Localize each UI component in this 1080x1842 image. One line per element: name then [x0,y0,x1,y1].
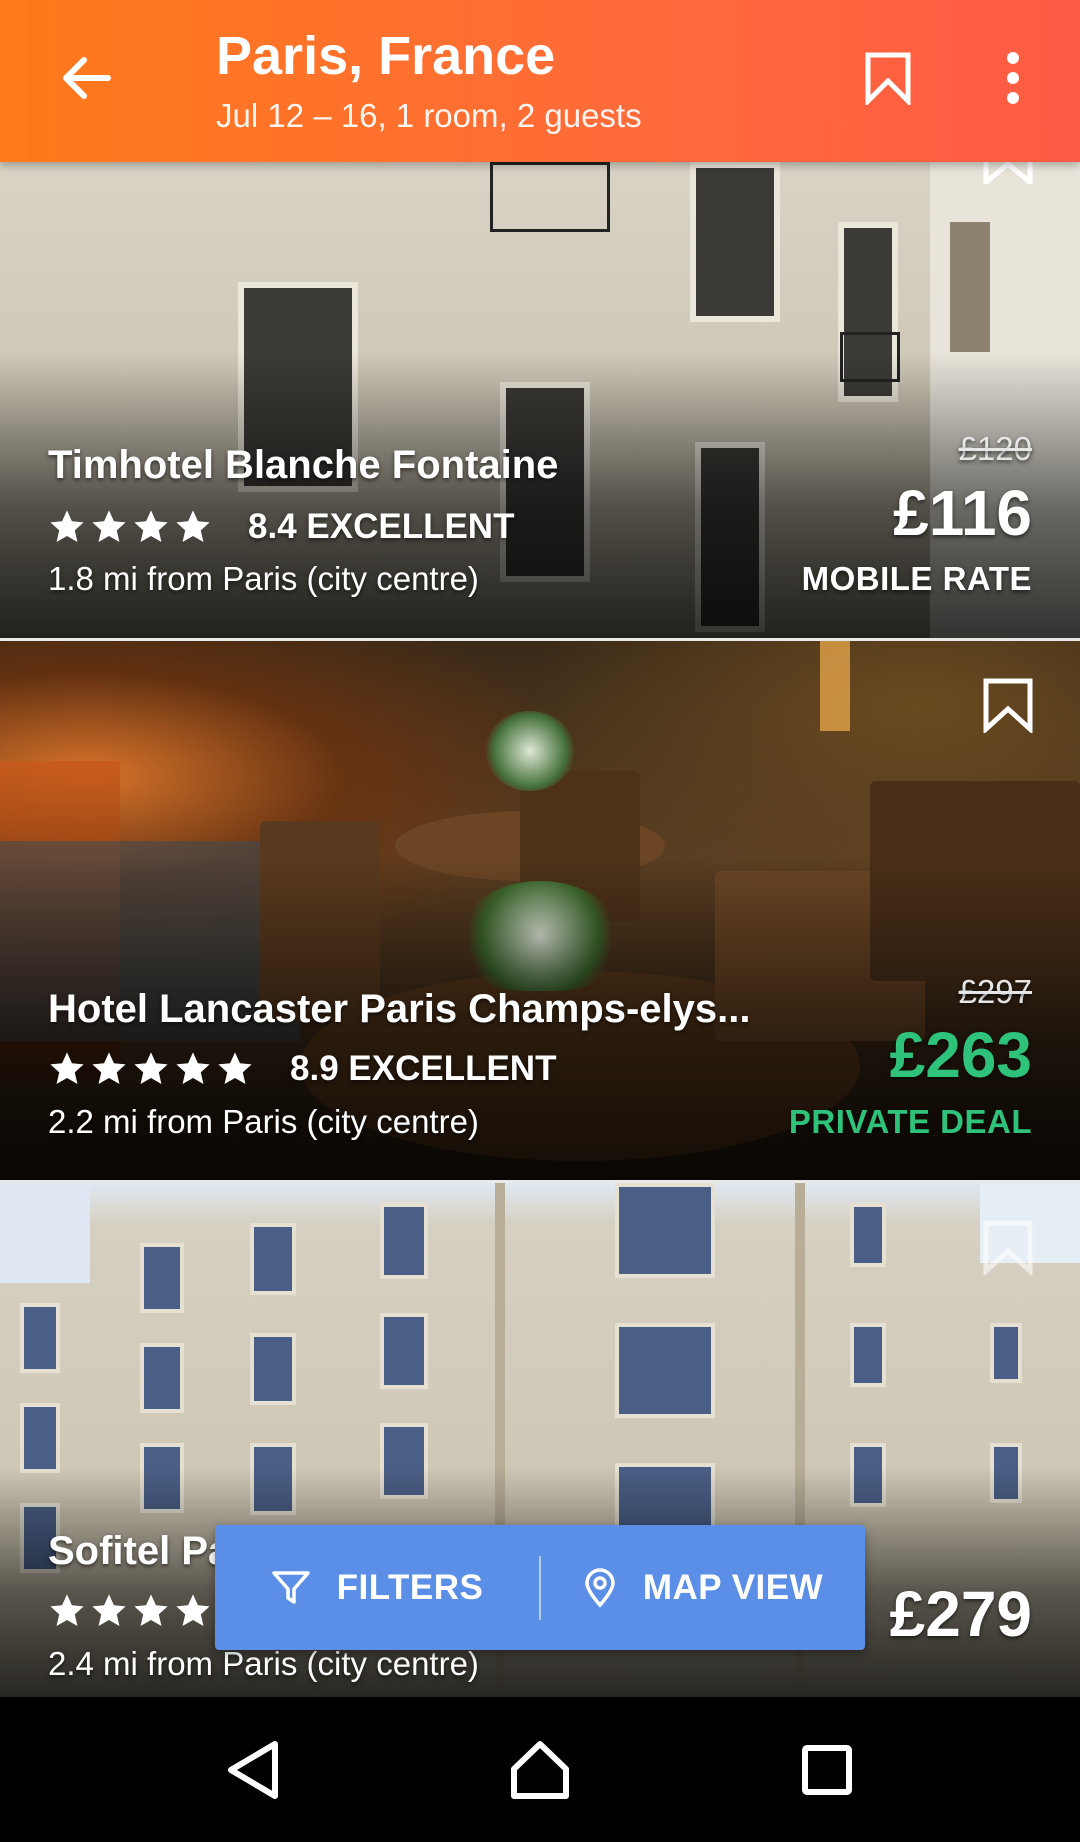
page-title: Paris, France [216,26,556,86]
bookmark-icon [983,162,1033,188]
bookmark-button[interactable] [852,40,924,116]
hotel-name: Hotel Lancaster Paris Champs-elys... [48,987,751,1031]
star-icon [50,1594,84,1627]
search-summary[interactable]: Paris, France Jul 12 – 16, 1 room, 2 gue… [216,24,642,138]
star-rating [48,508,212,546]
star-icon [218,1052,252,1085]
hotel-name: Timhotel Blanche Fontaine [48,443,559,487]
guest-rating: 8.4 EXCELLENT [248,507,515,546]
star-icon [176,1052,210,1085]
star-icon [92,510,126,543]
hotel-price: £263 [889,1019,1032,1091]
app-bar: Paris, France Jul 12 – 16, 1 room, 2 gue… [0,0,1080,162]
star-icon [50,1052,84,1085]
rate-type-label: PRIVATE DEAL [788,1103,1032,1140]
star-rating [48,1050,254,1088]
star-rating [48,1592,212,1630]
star-icon [176,1594,210,1627]
hotel-price: £116 [893,477,1032,549]
hotel-card[interactable]: Timhotel Blanche Fontaine 8.4 EXCELLENT … [0,162,1080,638]
star-icon [176,510,210,543]
original-price: £120 [958,430,1032,467]
home-icon [510,1740,569,1799]
map-view-button[interactable]: MAP VIEW [541,1525,865,1650]
star-icon [50,510,84,543]
hotel-distance: 2.2 mi from Paris (city centre) [48,1103,479,1140]
hotel-stars-rating: 8.4 EXCELLENT [48,503,514,551]
star-icon [134,1594,168,1627]
filter-icon [271,1570,310,1604]
hotel-name: Sofitel Pa [48,1529,231,1573]
triangle-back-icon [228,1740,279,1799]
save-hotel-button[interactable] [980,1219,1036,1277]
hotel-stars-rating [48,1587,212,1635]
star-icon [92,1052,126,1085]
bookmark-icon [983,1220,1033,1277]
guest-rating: 8.9 EXCELLENT [290,1049,557,1088]
nav-recents-button[interactable] [782,1725,872,1815]
more-vertical-icon [1007,52,1019,104]
rate-type-label: MOBILE RATE [801,560,1032,597]
filters-label: FILTERS [336,1567,484,1607]
hotel-distance: 1.8 mi from Paris (city centre) [48,560,479,597]
star-icon [134,1052,168,1085]
star-icon [134,510,168,543]
more-options-button[interactable] [985,40,1041,116]
system-nav-bar [0,1697,1080,1842]
back-button[interactable] [50,42,122,114]
nav-back-button[interactable] [208,1725,298,1815]
map-view-label: MAP VIEW [642,1567,824,1607]
save-hotel-button[interactable] [980,162,1036,210]
star-icon [92,1594,126,1627]
bookmark-icon [865,52,911,105]
original-price: £297 [958,973,1032,1010]
search-details: Jul 12 – 16, 1 room, 2 guests [216,97,642,134]
arrow-left-icon [63,57,111,99]
filters-button[interactable]: FILTERS [215,1525,539,1650]
map-pin-icon [585,1567,615,1608]
square-recents-icon [801,1744,852,1795]
filter-map-action-bar: FILTERS MAP VIEW [215,1525,865,1650]
bookmark-icon [983,678,1033,735]
nav-home-button[interactable] [495,1725,585,1815]
hotel-stars-rating: 8.9 EXCELLENT [48,1045,556,1093]
hotel-price: £279 [889,1578,1032,1650]
save-hotel-button[interactable] [980,677,1036,735]
hotel-card[interactable]: Hotel Lancaster Paris Champs-elys... 8.9… [0,641,1080,1180]
